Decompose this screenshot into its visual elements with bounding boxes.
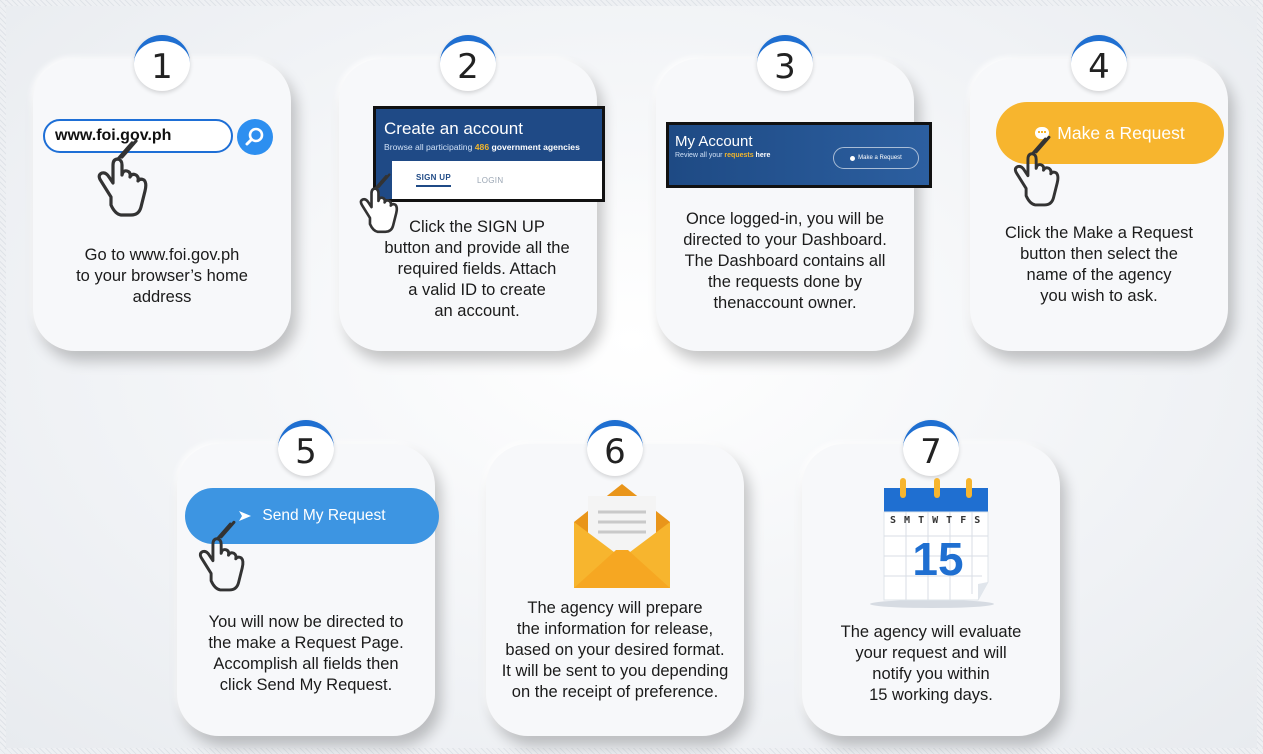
step-description: The agency will evaluate your request an…	[840, 623, 1022, 704]
calendar-weekdays: S M T W T F S	[890, 515, 982, 526]
pointing-hand-icon	[89, 137, 159, 221]
step-number-badge: 4	[1071, 35, 1127, 91]
step-card-7: 7 S M T W T F S 15 The agency will evalu…	[802, 420, 1060, 736]
step-description: Click the SIGN UP button and provide all…	[384, 218, 570, 320]
calendar-icon: S M T W T F S 15	[854, 474, 1010, 610]
create-account-screenshot: Create an account Browse all participati…	[373, 106, 605, 202]
step-card-1: 1 www.foi.gov.ph Go to www.foi.gov.ph to…	[33, 35, 291, 351]
step-description: Once logged-in, you will be directed to …	[683, 210, 887, 312]
make-request-label: Make a Request	[1057, 122, 1185, 143]
step-number-badge: 1	[134, 35, 190, 91]
my-account-screenshot: My Account Review all your requests here…	[666, 122, 932, 188]
step-number: 2	[457, 47, 479, 87]
step-description: Click the Make a Request button then sel…	[1004, 224, 1193, 305]
step-card-5: 5 Send My Request You will now be direct…	[177, 420, 439, 736]
step-number: 7	[920, 432, 942, 472]
search-icon	[245, 127, 264, 146]
step-card-3: 3 My Account Review all your requests he…	[656, 35, 932, 351]
mini-make-request-button[interactable]: Make a Request	[833, 147, 919, 169]
create-account-subtitle: Browse all participating 486 government …	[384, 142, 580, 152]
account-tabs: SIGN UP LOGIN	[392, 161, 602, 199]
step-card-4: 4 Make a Request Click the Make a Reques…	[970, 35, 1228, 351]
tab-login[interactable]: LOGIN	[477, 176, 503, 185]
step-number: 5	[295, 432, 317, 472]
step-number: 4	[1088, 47, 1110, 87]
step-number: 1	[151, 47, 173, 87]
create-account-title: Create an account	[384, 119, 523, 138]
step-description: You will now be directed to the make a R…	[208, 613, 404, 694]
step-card-6: 6 The agency will prepare the informatio…	[486, 420, 744, 736]
step-card-2: 2 Create an account Browse all participa…	[339, 35, 605, 351]
step-number-badge: 2	[440, 35, 496, 91]
step-number-badge: 6	[587, 420, 643, 476]
step-number-badge: 7	[903, 420, 959, 476]
calendar-date: 15	[912, 533, 964, 585]
step-description: The agency will prepare the information …	[501, 599, 729, 701]
send-request-label: Send My Request	[262, 507, 386, 524]
step-number-badge: 3	[757, 35, 813, 91]
tab-sign-up[interactable]: SIGN UP	[416, 173, 451, 187]
pointing-hand-icon	[1006, 133, 1070, 211]
step-number: 3	[774, 47, 796, 87]
search-button[interactable]	[237, 119, 273, 155]
step-description: Go to www.foi.gov.ph to your browser’s h…	[76, 246, 248, 306]
envelope-icon	[572, 484, 672, 593]
pointing-hand-icon	[191, 518, 255, 596]
step-number: 6	[604, 432, 626, 472]
step-number-badge: 5	[278, 420, 334, 476]
